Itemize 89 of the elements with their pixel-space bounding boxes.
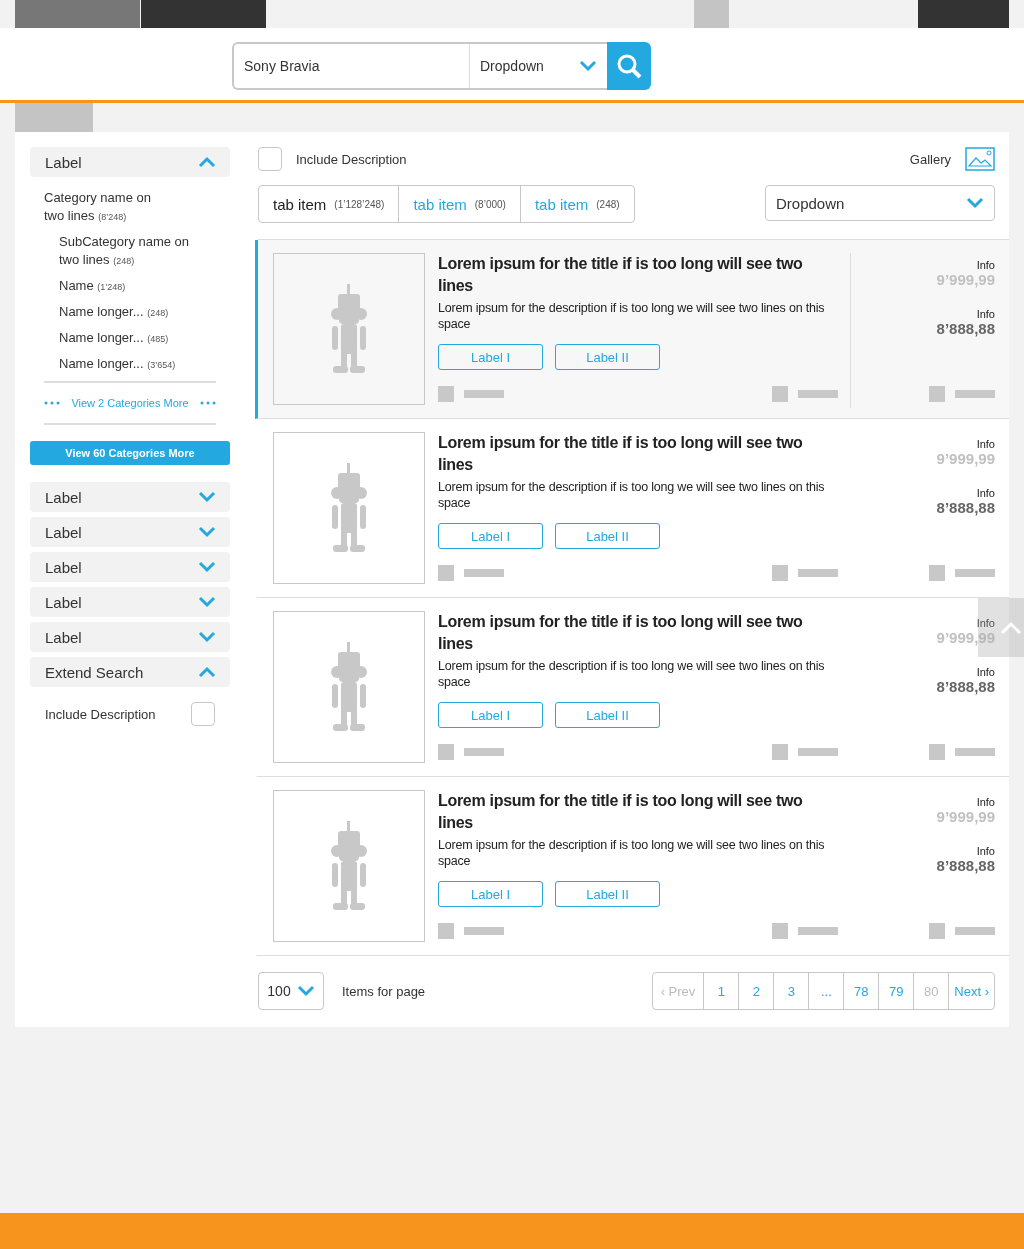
placeholder-icon xyxy=(772,744,788,760)
placeholder-bar xyxy=(464,748,504,756)
price-label: Info xyxy=(976,617,995,629)
product-row[interactable]: Lorem ipsum for the title if is too long will see two lines Lorem ipsum for the description if is too long we will see two lines on this space Label I Label II Info 9’999,99 Info 8’888,88 xyxy=(255,598,1009,777)
price: 9’999,99 xyxy=(936,450,995,467)
price: 8’888,88 xyxy=(936,320,995,337)
category-link[interactable]: Name longer... (248) xyxy=(44,303,209,322)
placeholder-bar xyxy=(798,569,838,577)
placeholder-icon xyxy=(438,565,454,581)
accordion-header[interactable]: Label xyxy=(30,147,230,177)
placeholder-bar xyxy=(464,927,504,935)
price: 8’888,88 xyxy=(936,499,995,516)
accordion-header[interactable]: Label xyxy=(30,552,230,582)
product-title[interactable]: Lorem ipsum for the title if is too long will see two lines xyxy=(438,253,838,297)
search-button[interactable] xyxy=(607,42,651,90)
placeholder-bar xyxy=(464,569,504,577)
sort-dropdown[interactable]: Dropdown xyxy=(765,185,995,221)
placeholder-bar xyxy=(798,927,838,935)
category-link[interactable]: SubCategory name on two lines (248) xyxy=(44,233,209,270)
chevron-down-icon xyxy=(579,60,597,72)
placeholder-bar xyxy=(798,748,838,756)
chevron-down-icon xyxy=(296,985,315,997)
image-icon[interactable] xyxy=(965,147,995,171)
gallery-label: Gallery xyxy=(909,151,951,167)
dots-icon xyxy=(44,401,60,405)
dots-icon xyxy=(200,401,216,405)
price: 8’888,88 xyxy=(936,678,995,695)
chevron-down-icon xyxy=(966,197,984,209)
placeholder-icon xyxy=(929,386,945,402)
placeholder-block xyxy=(694,0,729,28)
price: 8’888,88 xyxy=(936,857,995,874)
product-title[interactable]: Lorem ipsum for the title if is too long will see two lines xyxy=(438,790,838,834)
robot-icon xyxy=(329,642,369,732)
placeholder-bar xyxy=(955,748,995,756)
product-description: Lorem ipsum for the description if is too long we will see two lines on this space xyxy=(438,658,826,690)
placeholder-bar xyxy=(955,927,995,935)
checkbox[interactable] xyxy=(258,147,282,171)
placeholder-bar xyxy=(464,390,504,398)
product-row[interactable]: Lorem ipsum for the title if is too long will see two lines Lorem ipsum for the description if is too long we will see two lines on this space Label I Label II Info 9’999,99 Info 8’888,88 xyxy=(255,777,1009,956)
robot-icon xyxy=(329,463,369,553)
accordion-header[interactable]: Label xyxy=(30,517,230,547)
search-icon xyxy=(616,53,642,79)
accordion-header[interactable]: Label xyxy=(30,587,230,617)
accordion-header[interactable]: Label xyxy=(30,482,230,512)
placeholder-icon xyxy=(929,565,945,581)
accordion-header[interactable]: Extend Search xyxy=(30,657,230,687)
price: 9’999,99 xyxy=(936,629,995,646)
product-row[interactable]: Lorem ipsum for the title if is too long will see two lines Lorem ipsum for the description if is too long we will see two lines on this space Label I Label II Info 9’999,99 Info 8’888,88 xyxy=(255,419,1009,598)
category-link[interactable]: Name longer... (485) xyxy=(44,329,209,348)
tab[interactable]: tab item (1’128’248) xyxy=(259,186,399,222)
price-label: Info xyxy=(976,796,995,808)
placeholder-icon xyxy=(438,744,454,760)
placeholder-icon xyxy=(438,923,454,939)
placeholder-icon xyxy=(772,565,788,581)
option-label: Include Description xyxy=(296,151,407,167)
placeholder-icon xyxy=(929,744,945,760)
tab[interactable]: tab item (8’000) xyxy=(398,186,520,222)
category-dropdown[interactable]: Dropdown xyxy=(470,44,607,88)
product-description: Lorem ipsum for the description if is too long we will see two lines on this space xyxy=(438,837,826,869)
robot-icon xyxy=(329,821,369,911)
category-link[interactable]: Name longer... (3’654) xyxy=(44,355,209,374)
product-title[interactable]: Lorem ipsum for the title if is too long will see two lines xyxy=(438,432,838,476)
search-field[interactable]: Sony Bravia xyxy=(234,44,470,88)
accordion-header[interactable]: Label xyxy=(30,622,230,652)
per-page-dropdown[interactable]: 100 xyxy=(258,972,324,1010)
placeholder-bar xyxy=(955,390,995,398)
placeholder-bar xyxy=(955,569,995,577)
price-label: Info xyxy=(976,666,995,678)
checkbox[interactable] xyxy=(191,702,215,726)
per-page-label: Items for page xyxy=(342,983,426,999)
placeholder-icon xyxy=(772,386,788,402)
price-label: Info xyxy=(976,845,995,857)
price-label: Info xyxy=(976,259,995,271)
placeholder-icon xyxy=(772,923,788,939)
price: 9’999,99 xyxy=(936,808,995,825)
category-link[interactable]: Category name on two lines (8’248) xyxy=(44,189,169,226)
placeholder-icon xyxy=(929,923,945,939)
price-label: Info xyxy=(976,308,995,320)
product-description: Lorem ipsum for the description if is too long we will see two lines on this space xyxy=(438,479,826,511)
product-title[interactable]: Lorem ipsum for the title if is too long will see two lines xyxy=(438,611,838,655)
placeholder-bar xyxy=(798,390,838,398)
product-description: Lorem ipsum for the description if is too long we will see two lines on this space xyxy=(438,300,826,332)
option-label: Include Description xyxy=(45,706,156,722)
price-label: Info xyxy=(976,438,995,450)
category-link[interactable]: Name (1’248) xyxy=(44,277,209,296)
tab[interactable]: tab item (248) xyxy=(519,186,634,222)
robot-icon xyxy=(329,284,369,374)
placeholder-icon xyxy=(438,386,454,402)
price-label: Info xyxy=(976,487,995,499)
